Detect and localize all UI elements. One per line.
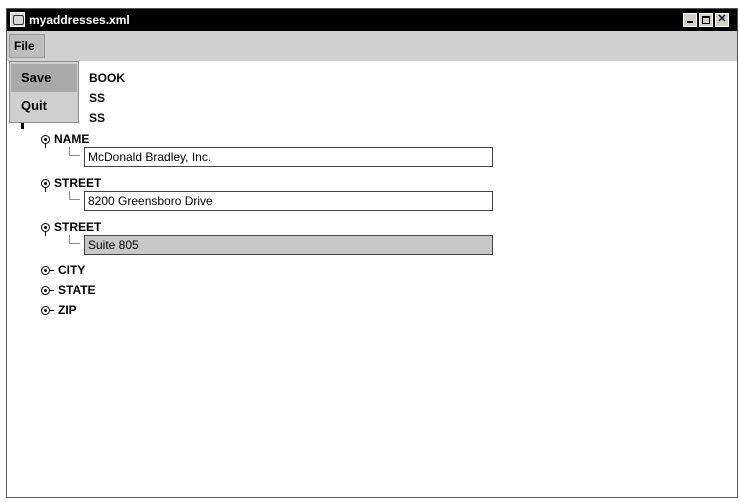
tree-node-street[interactable]: STREET (54, 220, 101, 234)
collapse-handle-icon[interactable] (41, 266, 54, 275)
tree-node-city[interactable]: CITY (58, 263, 85, 277)
tree-connector (69, 191, 80, 200)
app-window: myaddresses.xml ✕ File BOOK SS SS NAME M… (6, 8, 738, 498)
tree-node-address-1[interactable]: SS (89, 91, 105, 105)
tree-connector (69, 235, 80, 244)
minimize-icon[interactable] (683, 13, 697, 27)
close-icon[interactable]: ✕ (715, 13, 729, 27)
expand-handle-icon[interactable] (41, 179, 50, 192)
tree-node-zip[interactable]: ZIP (58, 303, 77, 317)
menu-file[interactable]: File (9, 34, 45, 58)
window-title: myaddresses.xml (29, 13, 130, 27)
maximize-icon[interactable] (699, 13, 713, 27)
tree-node-address-2[interactable]: SS (89, 111, 105, 125)
menu-item-save[interactable]: Save (11, 64, 77, 92)
tree-node-street[interactable]: STREET (54, 176, 101, 190)
tree-connector (69, 147, 80, 156)
expand-handle-icon[interactable] (41, 135, 50, 148)
xml-tree: BOOK SS SS NAME McDonald Bradley, Inc. S… (7, 61, 737, 497)
street-value-field[interactable]: 8200 Greensboro Drive (84, 191, 493, 211)
tree-node-name[interactable]: NAME (54, 132, 89, 146)
expand-handle-icon[interactable] (41, 223, 50, 236)
street-value-field-selected[interactable]: Suite 805 (84, 235, 493, 255)
tree-node-state[interactable]: STATE (58, 283, 96, 297)
collapse-handle-icon[interactable] (41, 286, 54, 295)
app-icon[interactable] (10, 12, 25, 27)
tree-node-root[interactable]: BOOK (89, 71, 125, 85)
name-value-field[interactable]: McDonald Bradley, Inc. (84, 147, 493, 167)
menu-bar: File (7, 31, 737, 61)
collapse-handle-icon[interactable] (41, 306, 54, 315)
title-bar[interactable]: myaddresses.xml ✕ (7, 9, 737, 31)
menu-item-quit[interactable]: Quit (11, 92, 77, 120)
file-menu-dropdown: Save Quit (9, 61, 79, 123)
